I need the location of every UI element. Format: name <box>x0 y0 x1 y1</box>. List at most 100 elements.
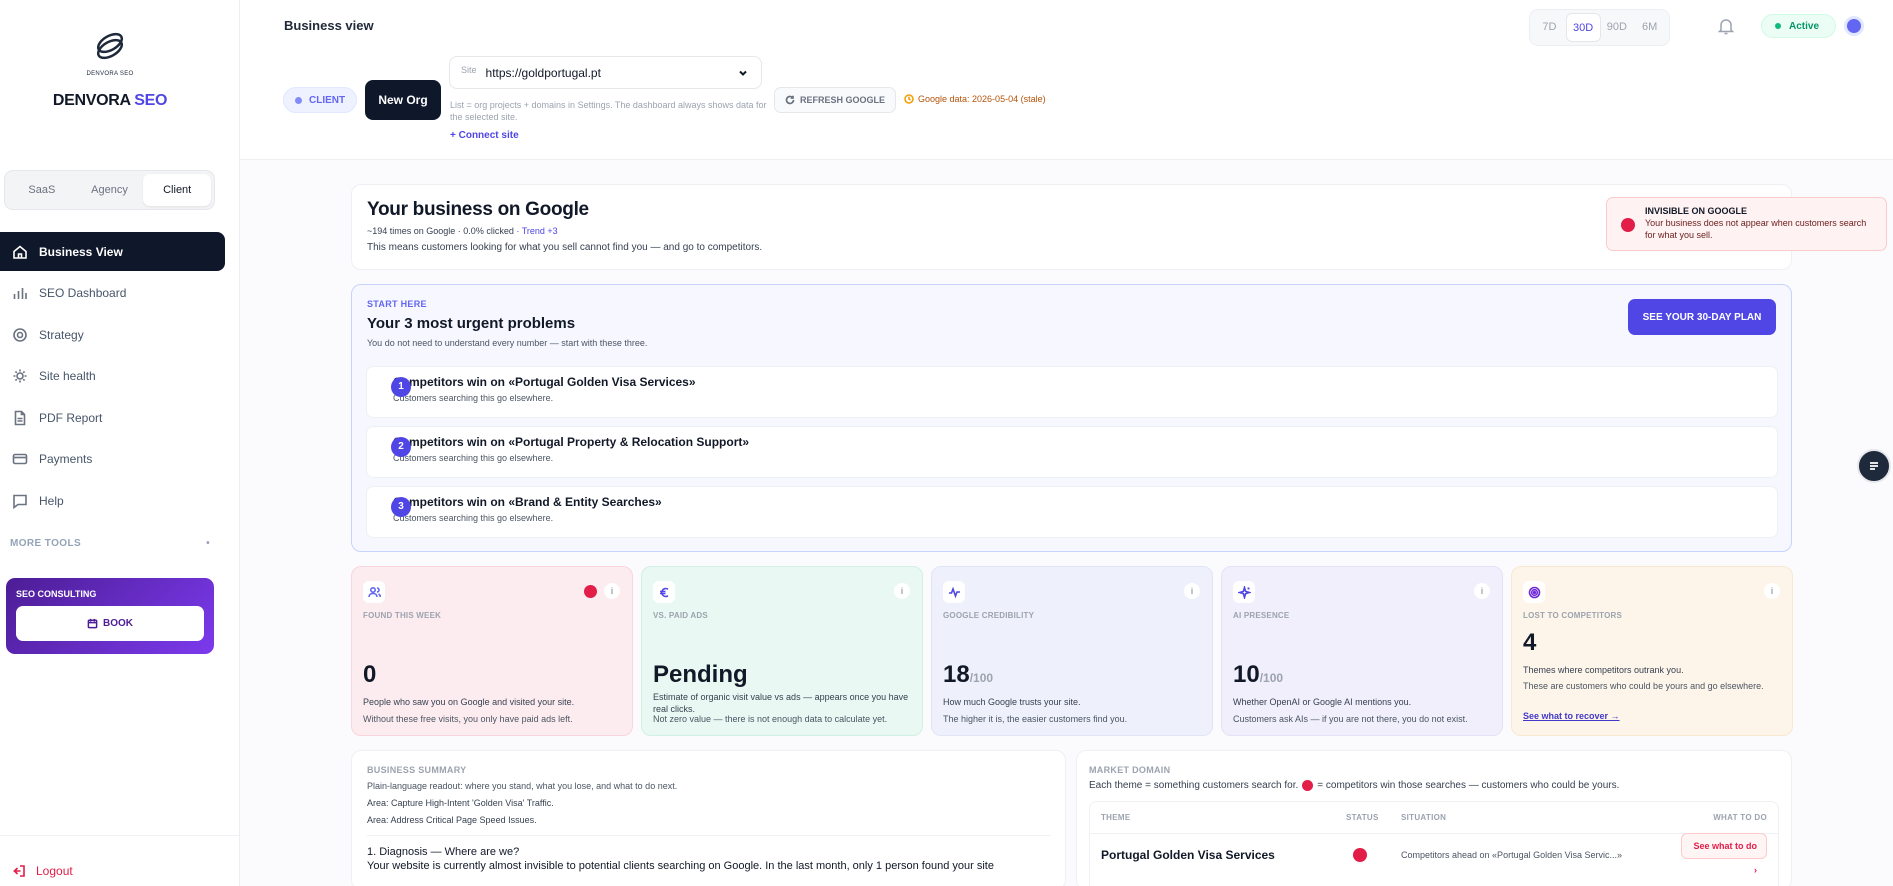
site-label: Site <box>461 64 477 75</box>
page-title: Business view <box>284 18 374 33</box>
kpi-link-wrap: See what to recover → <box>1523 710 1782 722</box>
google-data-status: Google data: 2026-05-04 (stale) <box>904 94 1046 104</box>
avatar[interactable] <box>1847 19 1861 33</box>
more-tools-toggle[interactable]: MORE TOOLS • <box>10 538 210 549</box>
problem-number: 3 <box>391 497 411 517</box>
kpi-unit: /100 <box>969 671 994 685</box>
kpi-desc: Themes where competitors outrank you. <box>1523 665 1684 675</box>
range-90d[interactable]: 90D <box>1601 13 1634 42</box>
range-7d[interactable]: 7D <box>1533 13 1566 42</box>
kpi-note: Customers ask AIs — if you are not there… <box>1233 714 1468 724</box>
chat-assistant-button[interactable] <box>1857 449 1891 483</box>
kpi-value: Pending <box>653 661 748 689</box>
kpi-unit: /100 <box>1259 671 1284 685</box>
kpi-value: 18/100 <box>943 661 993 689</box>
sidebar-item-payments[interactable]: Payments <box>0 440 225 479</box>
hero-impressions: ~194 times on Google · 0.0% clicked <box>367 226 514 236</box>
problem-item[interactable]: 3 Competitors win on «Brand & Entity Sea… <box>366 486 1778 538</box>
top-bar: Business view 7D 30D 90D 6M Active CLIEN… <box>240 0 1893 160</box>
sidebar-item-business-view[interactable]: Business View <box>0 232 225 271</box>
info-icon[interactable]: i <box>1474 583 1490 599</box>
see-what-to-do-button[interactable]: See what to do › <box>1681 832 1767 875</box>
alert-text: Your business does not appear when custo… <box>1645 218 1867 240</box>
card-icon <box>12 453 28 465</box>
summary-heading: 1. Diagnosis — Where are we? <box>367 846 520 858</box>
market-table: THEME STATUS SITUATION WHAT TO DO Portug… <box>1089 801 1779 886</box>
notifications-button[interactable] <box>1717 17 1735 35</box>
hero-sub: ~194 times on Google · 0.0% clicked · Tr… <box>367 226 1776 236</box>
urgent-title: Your 3 most urgent problems <box>367 315 576 332</box>
problem-item[interactable]: 2 Competitors win on «Portugal Property … <box>366 426 1778 478</box>
mode-agency[interactable]: Agency <box>76 174 144 206</box>
info-icon[interactable]: i <box>1184 583 1200 599</box>
client-badge: CLIENT <box>283 87 357 113</box>
info-icon[interactable]: i <box>1764 583 1780 599</box>
column-header: STATUS <box>1346 813 1379 822</box>
sidebar-item-site-health[interactable]: Site health <box>0 357 225 396</box>
info-icon[interactable]: i <box>604 583 620 599</box>
summary-label: BUSINESS SUMMARY <box>367 765 467 775</box>
site-select[interactable]: Site https://goldportugal.pt <box>449 56 762 89</box>
seo-consulting-card: SEO CONSULTING BOOK <box>6 578 214 654</box>
kpi-number: 18 <box>943 661 970 688</box>
more-tools-label: MORE TOOLS <box>10 538 82 549</box>
see-30-day-plan-button[interactable]: SEE YOUR 30-DAY PLAN <box>1628 299 1776 335</box>
kpi-vs-paid-ads: i VS. PAID ADS Pending Estimate of organ… <box>641 566 923 736</box>
market-sub: Each theme = something customers search … <box>1089 780 1779 791</box>
kpi-note: These are customers who could be yours a… <box>1523 681 1764 691</box>
refresh-google-button[interactable]: REFRESH GOOGLE <box>774 87 896 113</box>
refresh-google-label: REFRESH GOOGLE <box>799 95 885 105</box>
range-30d[interactable]: 30D <box>1565 13 1601 42</box>
sidebar-item-strategy[interactable]: Strategy <box>0 315 225 354</box>
kpi-icon-wrap <box>1233 581 1255 603</box>
divider <box>0 835 240 836</box>
connect-site-link[interactable]: + Connect site <box>450 130 519 141</box>
summary-sub: Plain-language readout: where you stand,… <box>367 781 678 791</box>
kpi-icon-wrap <box>1523 581 1545 603</box>
brand-main: DENVORA <box>52 92 131 109</box>
sidebar: DENVORA SEO DENVORA SEO SaaS Agency Clie… <box>0 0 240 886</box>
sidebar-item-label: Strategy <box>39 327 84 342</box>
sidebar-item-label: SEO Dashboard <box>39 286 127 300</box>
problem-item[interactable]: 1 Competitors win on «Portugal Golden Vi… <box>366 366 1778 418</box>
book-button[interactable]: BOOK <box>16 606 204 641</box>
sidebar-item-help[interactable]: Help <box>0 481 225 520</box>
kpi-google-credibility: i GOOGLE CREDIBILITY 18/100 How much Goo… <box>931 566 1213 736</box>
home-icon <box>13 244 27 259</box>
kpi-number: 0 <box>363 661 377 688</box>
column-header: THEME <box>1101 813 1131 822</box>
sidebar-item-pdf-report[interactable]: PDF Report <box>0 398 225 437</box>
site-value: https://goldportugal.pt <box>485 65 601 80</box>
main-area: Business view 7D 30D 90D 6M Active CLIEN… <box>240 0 1893 886</box>
new-org-button[interactable]: New Org <box>365 80 441 120</box>
logout-icon <box>13 865 25 877</box>
sidebar-item-seo-dashboard[interactable]: SEO Dashboard <box>0 274 225 313</box>
sun-icon <box>13 369 27 383</box>
market-domain-card: MARKET DOMAIN Each theme = something cus… <box>1076 750 1792 886</box>
business-on-google-card: Your business on Google ~194 times on Go… <box>351 184 1887 270</box>
euro-icon <box>659 587 668 597</box>
kpi-number: 4 <box>1523 629 1537 656</box>
consulting-title: SEO CONSULTING <box>16 589 97 599</box>
logout-button[interactable]: Logout <box>12 864 73 878</box>
client-dot <box>295 96 302 104</box>
problem-sub: Customers searching this go elsewhere. <box>393 513 554 523</box>
brand-name: DENVORA SEO <box>0 92 220 110</box>
problem-title: Competitors win on «Portugal Property & … <box>393 435 750 449</box>
range-6m[interactable]: 6M <box>1633 13 1666 42</box>
refresh-icon <box>785 95 795 105</box>
see-what-to-recover-link[interactable]: See what to recover → <box>1523 711 1620 721</box>
sidebar-item-label: Site health <box>39 369 96 383</box>
sidebar-item-label: Payments <box>39 452 93 466</box>
urgent-sub: You do not need to understand every numb… <box>367 338 648 348</box>
date-range-selector: 7D 30D 90D 6M <box>1529 9 1670 46</box>
situation-cell: Competitors ahead on «Portugal Golden Vi… <box>1401 850 1622 860</box>
competitor-dot <box>1302 780 1314 791</box>
mode-saas[interactable]: SaaS <box>8 174 76 206</box>
market-sub-b: = competitors win those searches — custo… <box>1317 780 1620 791</box>
mode-client[interactable]: Client <box>143 174 212 206</box>
problem-title: Competitors win on «Portugal Golden Visa… <box>393 375 696 389</box>
chat-icon <box>13 494 27 509</box>
info-icon[interactable]: i <box>894 583 910 599</box>
market-sub-a: Each theme = something customers search … <box>1089 780 1299 791</box>
